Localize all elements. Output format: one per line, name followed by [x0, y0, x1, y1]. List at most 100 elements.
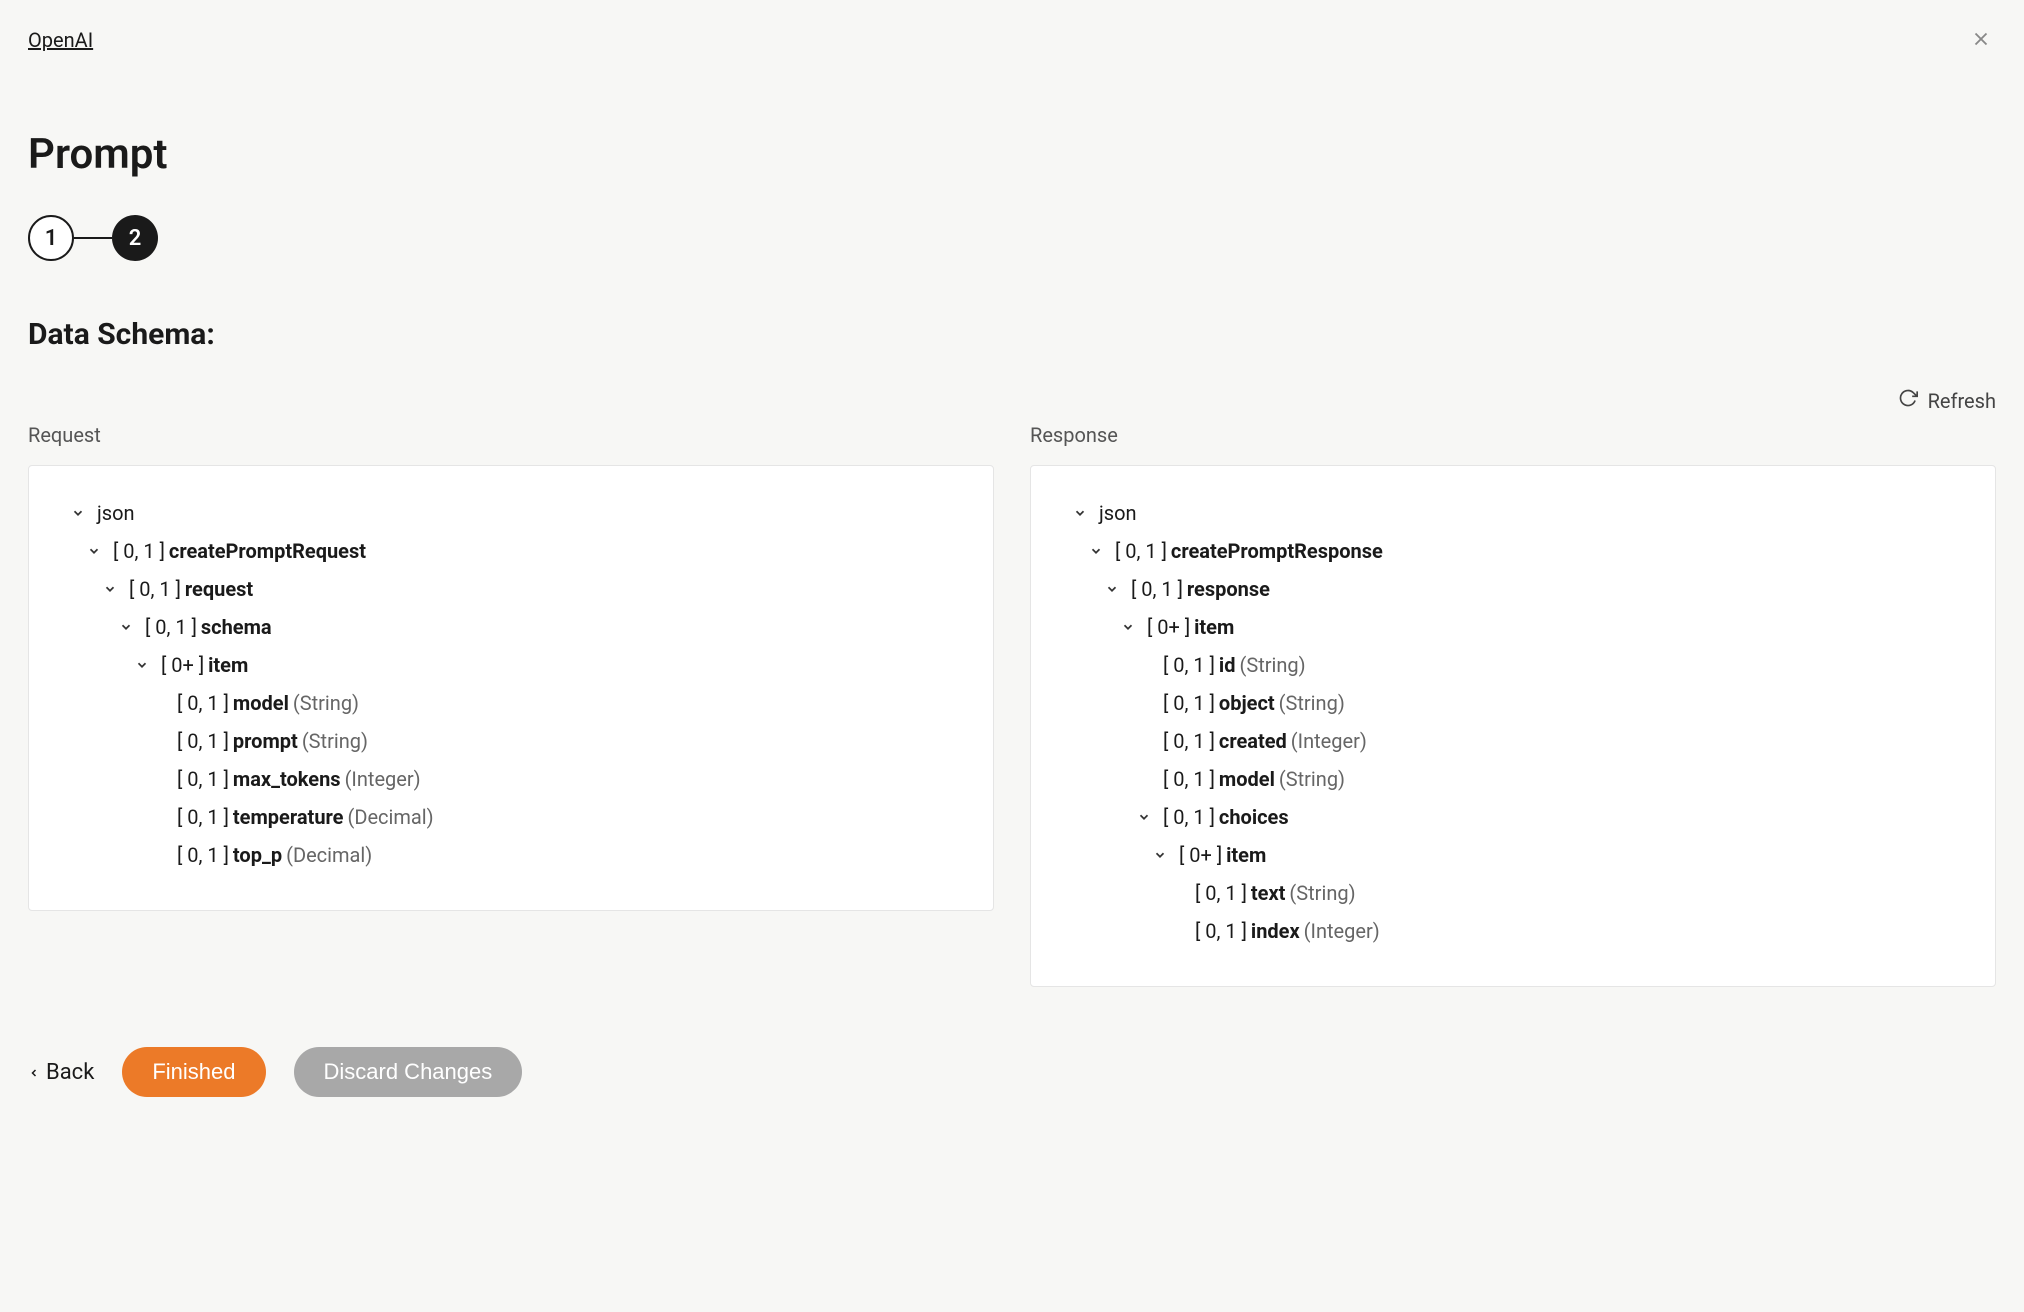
- tree-cardinality: [ 0, 1 ]: [1163, 684, 1215, 722]
- step-2[interactable]: 2: [112, 215, 158, 261]
- tree-node[interactable]: [ 0, 1 ] createPromptResponse: [1045, 532, 1981, 570]
- tree-node[interactable]: [ 0, 1 ] prompt (String): [43, 722, 979, 760]
- tree-type: (String): [1279, 684, 1345, 722]
- refresh-icon: [1898, 388, 1918, 413]
- tree-node[interactable]: [ 0, 1 ] text (String): [1045, 874, 1981, 912]
- openai-link[interactable]: OpenAI: [28, 28, 93, 52]
- chevron-down-icon[interactable]: [71, 506, 91, 520]
- chevron-down-icon[interactable]: [87, 544, 107, 558]
- tree-cardinality: [ 0, 1 ]: [1163, 646, 1215, 684]
- tree-node[interactable]: [ 0, 1 ] createPromptRequest: [43, 532, 979, 570]
- tree-node[interactable]: [ 0, 1 ] created (Integer): [1045, 722, 1981, 760]
- back-button[interactable]: Back: [28, 1060, 94, 1085]
- chevron-down-icon[interactable]: [1121, 620, 1141, 634]
- chevron-down-icon[interactable]: [1137, 810, 1157, 824]
- tree-label: item: [1226, 836, 1266, 874]
- chevron-down-icon[interactable]: [1089, 544, 1109, 558]
- tree-label: text: [1251, 874, 1286, 912]
- stepper: 1 2: [28, 215, 1996, 261]
- tree-cardinality: [ 0, 1 ]: [1115, 532, 1167, 570]
- tree-label: id: [1219, 646, 1236, 684]
- chevron-down-icon[interactable]: [135, 658, 155, 672]
- tree-cardinality: [ 0, 1 ]: [129, 570, 181, 608]
- tree-label: item: [1194, 608, 1234, 646]
- tree-label: index: [1251, 912, 1300, 950]
- request-header: Request: [28, 423, 994, 447]
- page-title: Prompt: [28, 130, 1996, 179]
- response-tree: json [ 0, 1 ] createPromptResponse [ 0, …: [1030, 465, 1996, 987]
- finished-button[interactable]: Finished: [122, 1047, 265, 1097]
- response-header: Response: [1030, 423, 1996, 447]
- chevron-down-icon[interactable]: [1073, 506, 1093, 520]
- tree-label: request: [185, 570, 253, 608]
- tree-label: schema: [201, 608, 272, 646]
- tree-label: json: [97, 494, 135, 532]
- tree-node[interactable]: [ 0, 1 ] top_p (Decimal): [43, 836, 979, 874]
- tree-label: created: [1219, 722, 1287, 760]
- tree-node[interactable]: [ 0, 1 ] max_tokens (Integer): [43, 760, 979, 798]
- tree-node[interactable]: [ 0, 1 ] id (String): [1045, 646, 1981, 684]
- tree-cardinality: [ 0, 1 ]: [1131, 570, 1183, 608]
- tree-label: prompt: [233, 722, 298, 760]
- step-1[interactable]: 1: [28, 215, 74, 261]
- tree-type: (String): [1279, 760, 1345, 798]
- back-label: Back: [46, 1060, 94, 1085]
- tree-label: createPromptRequest: [169, 532, 366, 570]
- tree-cardinality: [ 0, 1 ]: [145, 608, 197, 646]
- tree-label: createPromptResponse: [1171, 532, 1383, 570]
- tree-node[interactable]: [ 0+ ] item: [1045, 836, 1981, 874]
- tree-label: max_tokens: [233, 760, 341, 798]
- tree-cardinality: [ 0, 1 ]: [177, 722, 229, 760]
- tree-label: response: [1187, 570, 1270, 608]
- tree-label: item: [208, 646, 248, 684]
- tree-type: (Decimal): [286, 836, 372, 874]
- chevron-down-icon[interactable]: [103, 582, 123, 596]
- chevron-down-icon[interactable]: [1153, 848, 1173, 862]
- tree-type: (Integer): [1304, 912, 1380, 950]
- tree-label: json: [1099, 494, 1137, 532]
- request-tree: json [ 0, 1 ] createPromptRequest [ 0, 1…: [28, 465, 994, 911]
- tree-node[interactable]: [ 0, 1 ] index (Integer): [1045, 912, 1981, 950]
- chevron-left-icon: [28, 1060, 40, 1085]
- tree-cardinality: [ 0, 1 ]: [1163, 722, 1215, 760]
- tree-cardinality: [ 0, 1 ]: [1163, 798, 1215, 836]
- tree-node[interactable]: [ 0, 1 ] object (String): [1045, 684, 1981, 722]
- refresh-button[interactable]: Refresh: [28, 388, 1996, 413]
- tree-cardinality: [ 0, 1 ]: [1195, 874, 1247, 912]
- tree-cardinality: [ 0, 1 ]: [177, 798, 229, 836]
- tree-cardinality: [ 0+ ]: [1179, 836, 1222, 874]
- tree-cardinality: [ 0, 1 ]: [1163, 760, 1215, 798]
- tree-cardinality: [ 0, 1 ]: [1195, 912, 1247, 950]
- close-icon[interactable]: [1970, 28, 1992, 54]
- request-column: Request json [ 0, 1 ] createPromptReques…: [28, 423, 994, 987]
- tree-type: (Decimal): [347, 798, 433, 836]
- tree-cardinality: [ 0+ ]: [1147, 608, 1190, 646]
- response-column: Response json [ 0, 1 ] createPromptRespo…: [1030, 423, 1996, 987]
- tree-node[interactable]: [ 0, 1 ] request: [43, 570, 979, 608]
- tree-type: (String): [1289, 874, 1355, 912]
- chevron-down-icon[interactable]: [1105, 582, 1125, 596]
- tree-node[interactable]: [ 0+ ] item: [43, 646, 979, 684]
- tree-label: model: [233, 684, 289, 722]
- tree-node[interactable]: [ 0, 1 ] choices: [1045, 798, 1981, 836]
- tree-node[interactable]: [ 0+ ] item: [1045, 608, 1981, 646]
- tree-node[interactable]: [ 0, 1 ] schema: [43, 608, 979, 646]
- tree-label: object: [1219, 684, 1275, 722]
- tree-node[interactable]: [ 0, 1 ] temperature (Decimal): [43, 798, 979, 836]
- step-connector: [74, 237, 112, 239]
- tree-label: model: [1219, 760, 1275, 798]
- tree-node[interactable]: [ 0, 1 ] response: [1045, 570, 1981, 608]
- discard-button[interactable]: Discard Changes: [294, 1047, 523, 1097]
- chevron-down-icon[interactable]: [119, 620, 139, 634]
- tree-label: choices: [1219, 798, 1289, 836]
- refresh-label: Refresh: [1928, 389, 1996, 413]
- tree-label: temperature: [233, 798, 344, 836]
- tree-type: (String): [302, 722, 368, 760]
- tree-node-json[interactable]: json: [43, 494, 979, 532]
- schema-title: Data Schema:: [28, 317, 1996, 352]
- tree-node[interactable]: [ 0, 1 ] model (String): [43, 684, 979, 722]
- tree-node[interactable]: [ 0, 1 ] model (String): [1045, 760, 1981, 798]
- tree-label: top_p: [233, 836, 282, 874]
- tree-node-json[interactable]: json: [1045, 494, 1981, 532]
- tree-cardinality: [ 0+ ]: [161, 646, 204, 684]
